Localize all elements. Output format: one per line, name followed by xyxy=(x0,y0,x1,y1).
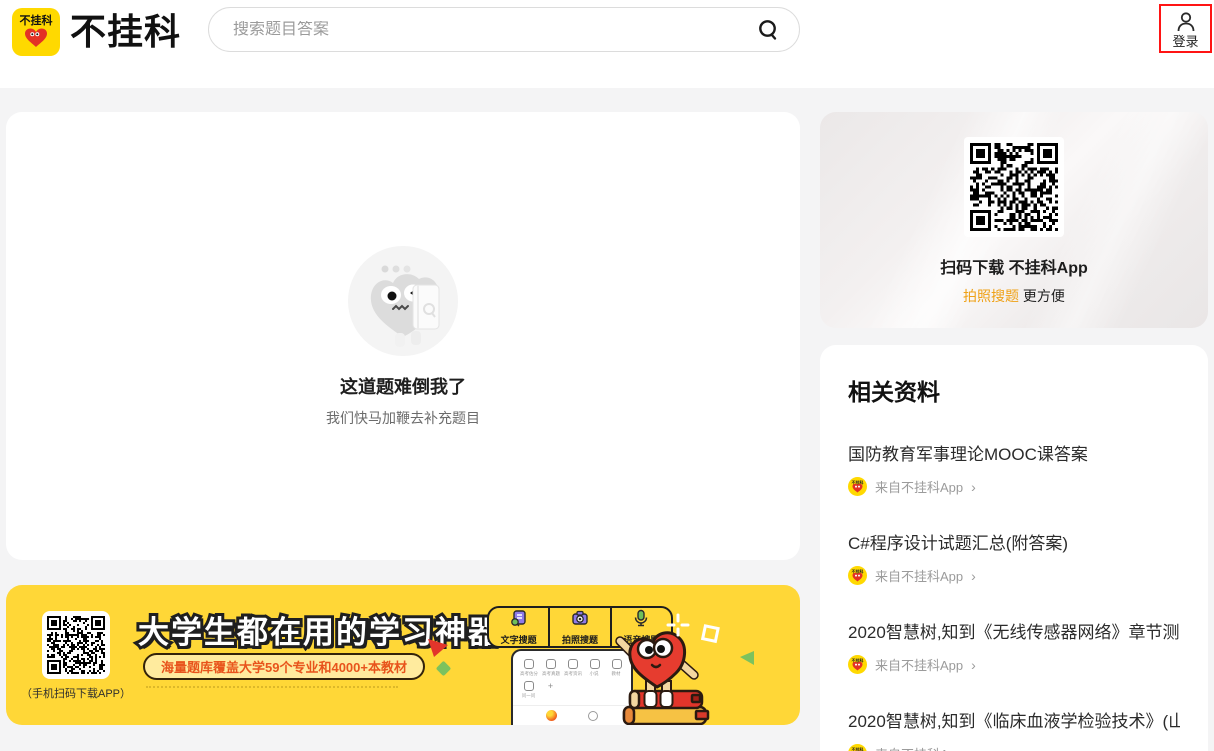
app-logo-icon: 不挂科 xyxy=(848,566,867,585)
qr-card-highlight: 拍照搜题 xyxy=(963,288,1019,304)
login-label: 登录 xyxy=(1172,35,1198,48)
phone-app-icon xyxy=(568,659,578,669)
related-item-source[interactable]: 不挂科 来自不挂科App › xyxy=(848,566,1180,585)
related-item[interactable]: 2020智慧树,知到《临床血液学检验技术》(山… 不挂科 来自不挂科App › xyxy=(848,707,1180,751)
related-item-title[interactable]: 2020智慧树,知到《无线传感器网络》章节测… xyxy=(848,618,1180,643)
svg-text:不挂科: 不挂科 xyxy=(852,568,864,574)
related-item-source[interactable]: 不挂科 来自不挂科App › xyxy=(848,655,1180,674)
chevron-right-icon: › xyxy=(971,658,976,672)
decor-shapes-right xyxy=(666,613,766,673)
search-bar[interactable] xyxy=(208,7,800,52)
annotation-highlight-box: 登录 xyxy=(1159,4,1212,53)
app-logo-icon: 不挂科 xyxy=(848,477,867,496)
phone-app-item: 高考估分 xyxy=(521,659,536,677)
logo[interactable]: 不挂科 不挂科 xyxy=(12,8,181,56)
app-logo-icon: 不挂科 xyxy=(848,655,867,674)
user-icon xyxy=(1174,10,1198,34)
qr-code-icon xyxy=(47,616,105,674)
chevron-right-icon: › xyxy=(971,747,976,751)
feature-label: 拍照搜题 xyxy=(562,633,598,646)
text-search-icon xyxy=(510,609,528,632)
search-icon[interactable] xyxy=(755,17,781,43)
related-materials-card: 相关资料 国防教育军事理论MOOC课答案不挂科来自不挂科App›C#程序设计试题… xyxy=(820,345,1208,751)
camera-search-icon xyxy=(571,609,589,632)
logo-badge-icon: 不挂科 xyxy=(12,8,60,56)
heart-icon xyxy=(24,28,48,48)
qr-card-subtitle: 拍照搜题 更方便 xyxy=(963,286,1065,306)
related-item-source[interactable]: 不挂科 来自不挂科App › xyxy=(848,477,1180,496)
svg-text:不挂科: 不挂科 xyxy=(852,657,864,663)
qr-card-rest: 更方便 xyxy=(1019,288,1065,304)
banner-qr-code xyxy=(42,611,110,679)
chevron-right-icon: › xyxy=(971,480,976,494)
phone-app-label: 问一问 xyxy=(522,692,536,698)
source-label: 来自不挂科App xyxy=(875,744,963,751)
phone-add-icon: + xyxy=(543,681,558,691)
phone-app-icon xyxy=(546,659,556,669)
chevron-right-icon: › xyxy=(971,569,976,583)
svg-text:不挂科: 不挂科 xyxy=(852,479,864,485)
phone-app-item: 高考资讯 xyxy=(565,659,580,677)
banner-qr-caption: （手机扫码下载APP） xyxy=(20,685,132,701)
phone-app-label: 高考资讯 xyxy=(564,670,582,676)
related-item-title[interactable]: 国防教育军事理论MOOC课答案 xyxy=(848,440,1180,465)
source-label: 来自不挂科App xyxy=(875,655,963,674)
phone-app-label: 高考估分 xyxy=(520,670,538,676)
related-item-title[interactable]: 2020智慧树,知到《临床血液学检验技术》(山… xyxy=(848,707,1180,732)
phone-app-icon xyxy=(524,681,534,691)
source-label: 来自不挂科App xyxy=(875,566,963,585)
sidebar-qr-card: 扫码下载 不挂科App 拍照搜题 更方便 xyxy=(820,112,1208,328)
related-item[interactable]: C#程序设计试题汇总(附答案) 不挂科 来自不挂科App › xyxy=(848,529,1180,585)
sidebar-qr-code xyxy=(964,137,1064,237)
phone-app-icon xyxy=(590,659,600,669)
qr-code-icon xyxy=(970,143,1058,231)
empty-state-subtitle: 我们快马加鞭去补充题目 xyxy=(326,408,480,428)
logo-badge-text: 不挂科 xyxy=(20,16,53,27)
svg-text:不挂科: 不挂科 xyxy=(852,746,864,751)
phone-app-item: 高考真题 xyxy=(543,659,558,677)
app-promo-banner[interactable]: （手机扫码下载APP） 大学生都在用的学习神器 大学生都在用的学习神器 海量题库… xyxy=(6,585,800,725)
related-item-title[interactable]: C#程序设计试题汇总(附答案) xyxy=(848,529,1180,554)
source-label: 来自不挂科App xyxy=(875,477,963,496)
header: 不挂科 不挂科 登录 xyxy=(0,0,1214,88)
clock-icon xyxy=(588,711,598,721)
app-orange-icon xyxy=(546,710,557,721)
app-logo-icon: 不挂科 xyxy=(848,744,867,751)
login-button[interactable]: 登录 xyxy=(1161,6,1210,51)
empty-state-title: 这道题难倒我了 xyxy=(340,373,466,399)
decor-shapes-left xyxy=(426,637,452,679)
related-item[interactable]: 2020智慧树,知到《无线传感器网络》章节测… 不挂科 来自不挂科App › xyxy=(848,618,1180,674)
logo-wordmark: 不挂科 xyxy=(70,8,181,56)
result-empty-card: 这道题难倒我了 我们快马加鞭去补充题目 xyxy=(6,112,800,560)
related-list: 国防教育军事理论MOOC课答案不挂科来自不挂科App›C#程序设计试题汇总(附答… xyxy=(848,440,1180,751)
phone-app-icon xyxy=(524,659,534,669)
search-input[interactable] xyxy=(233,21,755,39)
feature-text-search[interactable]: 文字搜题 xyxy=(489,608,548,646)
phone-app-label: 高考真题 xyxy=(542,670,560,676)
qr-card-title: 扫码下载 不挂科App xyxy=(940,254,1088,278)
related-item-source[interactable]: 不挂科 来自不挂科App › xyxy=(848,744,1180,751)
banner-badge: 海量题库覆盖大学59个专业和4000+本教材 xyxy=(143,653,425,680)
phone-app-item: 问一问 xyxy=(521,681,536,699)
phone-app-label: 小说 xyxy=(590,670,599,676)
banner-dotted-divider xyxy=(146,686,398,688)
feature-label: 文字搜题 xyxy=(501,633,537,646)
related-item[interactable]: 国防教育军事理论MOOC课答案不挂科 来自不挂科App › xyxy=(848,440,1180,496)
empty-state-illustration xyxy=(347,245,459,357)
related-title: 相关资料 xyxy=(848,373,1180,407)
